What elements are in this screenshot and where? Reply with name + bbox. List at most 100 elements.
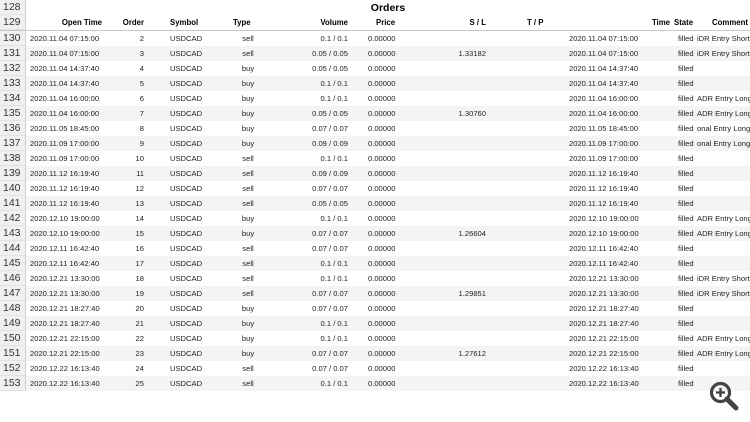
cell-symbol: USDCAD [170,169,203,178]
row-number[interactable]: 147 [0,286,26,301]
cell-price: 0.00000 [368,274,396,283]
cell-symbol: USDCAD [170,94,203,103]
cell-price: 0.00000 [368,79,396,88]
row-number[interactable]: 148 [0,301,26,316]
orders-sheet: 128 Orders 129 Open Time Order Symbol Ty… [0,0,750,391]
row-number[interactable]: 139 [0,166,26,181]
row-number[interactable]: 131 [0,46,26,61]
row-number[interactable]: 142 [0,211,26,226]
cell-volume: 0.1 / 0.1 [320,259,348,268]
row-number[interactable]: 151 [0,346,26,361]
cell-state: filled [678,304,694,313]
cell-price: 0.00000 [368,49,396,58]
cell-time: 2020.11.04 16:00:00 [569,109,639,118]
cell-time: 2020.11.04 14:37:40 [569,79,639,88]
cell-order: 3 [139,49,144,58]
cell-comment: ADR Entry Long [697,94,750,103]
cell-open-time: 2020.12.21 18:27:40 [30,304,100,313]
cell-type: buy [241,79,255,88]
title-row: 128 Orders [0,0,750,15]
cell-state: filled [678,274,694,283]
cell-type: buy [241,304,255,313]
cell-volume: 0.1 / 0.1 [320,214,348,223]
zoom-in-icon[interactable] [707,379,741,413]
cell-state: filled [678,349,694,358]
cell-open-time: 2020.12.21 13:30:00 [30,274,100,283]
row-number[interactable]: 145 [0,256,26,271]
row-number[interactable]: 130 [0,31,26,46]
row-number[interactable]: 138 [0,151,26,166]
row-number[interactable]: 150 [0,331,26,346]
row-number[interactable]: 143 [0,226,26,241]
cell-state: filled [678,184,694,193]
cell-type: sell [242,49,254,58]
cell-symbol: USDCAD [170,109,203,118]
table-row: 150 2020.12.21 22:15:00 22 USDCAD buy 0.1 / 0… [0,331,750,346]
row-number[interactable]: 144 [0,241,26,256]
row-number[interactable]: 128 [0,0,26,15]
cell-time: 2020.12.21 13:30:00 [569,274,639,283]
cell-type: sell [242,34,254,43]
cell-comment: ADR Entry Long [697,334,750,343]
row-number[interactable]: 152 [0,361,26,376]
row-number[interactable]: 137 [0,136,26,151]
cell-price: 0.00000 [368,319,396,328]
header-price: Price [376,18,396,27]
cell-open-time: 2020.11.04 16:00:00 [30,109,100,118]
cell-price: 0.00000 [368,259,396,268]
cell-symbol: USDCAD [170,259,203,268]
row-number[interactable]: 141 [0,196,26,211]
row-number[interactable]: 136 [0,121,26,136]
cell-state: filled [678,244,694,253]
cell-symbol: USDCAD [170,124,203,133]
cell-symbol: USDCAD [170,289,203,298]
cell-order: 14 [135,214,144,223]
cell-volume: 0.09 / 0.09 [312,139,348,148]
cell-volume: 0.1 / 0.1 [320,379,348,388]
orders-table-body: 130 2020.11.04 07:15:00 2 USDCAD sell 0.1 / 0… [0,31,750,391]
cell-volume: 0.09 / 0.09 [312,169,348,178]
row-number[interactable]: 135 [0,106,26,121]
row-number[interactable]: 132 [0,61,26,76]
cell-price: 0.00000 [368,64,396,73]
row-number[interactable]: 134 [0,91,26,106]
cell-state: filled [678,379,694,388]
row-number[interactable]: 146 [0,271,26,286]
table-row: 136 2020.11.05 18:45:00 8 USDCAD buy 0.07 / 0… [0,121,750,136]
cell-comment: ADR Entry Long [697,214,750,223]
cell-symbol: USDCAD [170,334,203,343]
header-tp: T / P [527,18,544,27]
cell-open-time: 2020.12.22 16:13:40 [30,379,100,388]
cell-time: 2020.12.10 19:00:00 [569,229,639,238]
table-row: 147 2020.12.21 13:30:00 19 USDCAD sell 0.07 /… [0,286,750,301]
cell-price: 0.00000 [368,349,396,358]
cell-volume: 0.07 / 0.07 [312,349,348,358]
table-row: 151 2020.12.21 22:15:00 23 USDCAD buy 0.07 / … [0,346,750,361]
cell-type: sell [242,199,254,208]
cell-type: sell [242,379,254,388]
cell-state: filled [678,109,694,118]
row-number[interactable]: 133 [0,76,26,91]
cell-type: sell [242,154,254,163]
row-number[interactable]: 140 [0,181,26,196]
cell-volume: 0.07 / 0.07 [312,184,348,193]
cell-order: 15 [135,229,144,238]
header-type: Type [233,18,251,27]
cell-open-time: 2020.12.10 19:00:00 [30,214,100,223]
cell-volume: 0.1 / 0.1 [320,334,348,343]
cell-comment: iDR Entry Short [697,289,750,298]
cell-comment: ADR Entry Long [697,229,750,238]
cell-order: 20 [135,304,144,313]
header-volume: Volume [320,18,348,27]
row-number[interactable]: 129 [0,15,26,30]
cell-volume: 0.05 / 0.05 [312,109,348,118]
table-row: 141 2020.11.12 16:19:40 13 USDCAD sell 0.05 /… [0,196,750,211]
row-number[interactable]: 149 [0,316,26,331]
row-number[interactable]: 153 [0,376,26,391]
header-row: 129 Open Time Order Symbol Type Volume P… [0,15,750,31]
cell-symbol: USDCAD [170,49,203,58]
cell-open-time: 2020.11.12 16:19:40 [30,199,100,208]
cell-volume: 0.1 / 0.1 [320,94,348,103]
cell-state: filled [678,34,694,43]
cell-time: 2020.12.10 19:00:00 [569,214,639,223]
